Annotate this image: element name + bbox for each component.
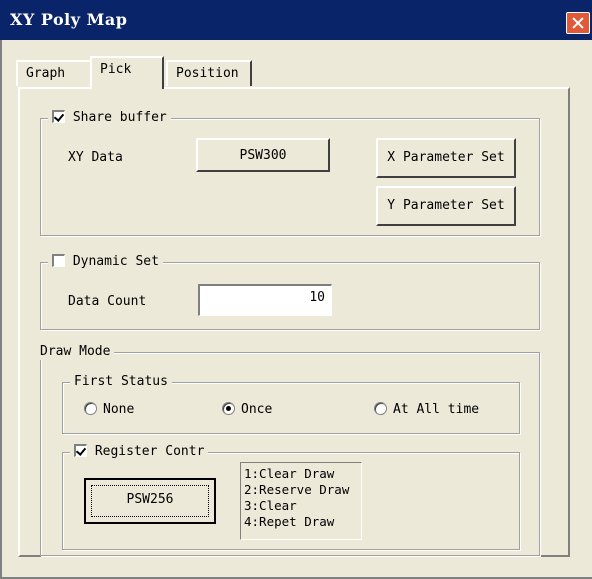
x-parameter-set-button[interactable]: X Parameter Set: [376, 138, 516, 178]
dynamic-set-legend[interactable]: Dynamic Set: [48, 254, 163, 270]
list-item[interactable]: 1:Clear Draw: [244, 466, 361, 482]
list-item[interactable]: 3:Clear: [244, 498, 361, 514]
share-buffer-legend[interactable]: Share buffer: [48, 110, 171, 126]
data-count-label: Data Count: [68, 294, 147, 309]
register-control-checkbox[interactable]: [74, 444, 87, 457]
radio-none-button[interactable]: [84, 402, 97, 415]
window-border: [0, 40, 2, 579]
tab-pick[interactable]: Pick: [90, 56, 164, 89]
xy-data-label: XY Data: [68, 150, 123, 165]
draw-mode-legend: Draw Mode: [36, 344, 115, 360]
psw256-button[interactable]: PSW256: [84, 478, 216, 524]
radio-once-label: Once: [241, 402, 273, 417]
dynamic-set-label: Dynamic Set: [72, 254, 159, 269]
tab-position-label: Position: [176, 66, 239, 81]
xy-data-button[interactable]: PSW300: [196, 138, 330, 172]
radio-at-all-time-button[interactable]: [374, 402, 387, 415]
dialog-window: XY Poly Map Graph Position Pick Share bu…: [0, 0, 592, 579]
share-buffer-label: Share buffer: [72, 110, 167, 125]
radio-once[interactable]: Once: [222, 402, 272, 417]
close-icon[interactable]: [566, 12, 590, 34]
list-item[interactable]: 2:Reserve Draw: [244, 482, 361, 498]
dynamic-set-checkbox[interactable]: [52, 254, 65, 267]
register-control-legend[interactable]: Register Contr: [70, 444, 209, 460]
tab-graph-label: Graph: [26, 66, 66, 81]
y-parameter-set-button[interactable]: Y Parameter Set: [376, 186, 516, 226]
xy-data-button-label: PSW300: [239, 148, 287, 163]
radio-none[interactable]: None: [84, 402, 134, 417]
list-item[interactable]: 4:Repet Draw: [244, 514, 361, 530]
radio-at-all-time[interactable]: At All time: [374, 402, 479, 417]
register-control-label: Register Contr: [94, 444, 205, 459]
first-status-legend: First Status: [70, 374, 172, 390]
data-count-value: 10: [309, 290, 325, 305]
register-mode-list[interactable]: 1:Clear Draw 2:Reserve Draw 3:Clear 4:Re…: [240, 462, 362, 540]
radio-none-label: None: [103, 402, 135, 417]
radio-once-button[interactable]: [222, 402, 235, 415]
tab-pick-label: Pick: [100, 62, 132, 77]
x-parameter-set-label: X Parameter Set: [387, 150, 505, 165]
psw256-button-label: PSW256: [126, 492, 174, 507]
data-count-input[interactable]: 10: [198, 284, 332, 316]
title-bar: XY Poly Map: [0, 0, 592, 40]
tab-position[interactable]: Position: [166, 60, 252, 86]
window-title: XY Poly Map: [10, 10, 128, 29]
radio-at-all-time-label: At All time: [393, 402, 480, 417]
share-buffer-checkbox[interactable]: [52, 110, 65, 123]
tab-graph[interactable]: Graph: [16, 60, 92, 86]
y-parameter-set-label: Y Parameter Set: [387, 198, 505, 213]
